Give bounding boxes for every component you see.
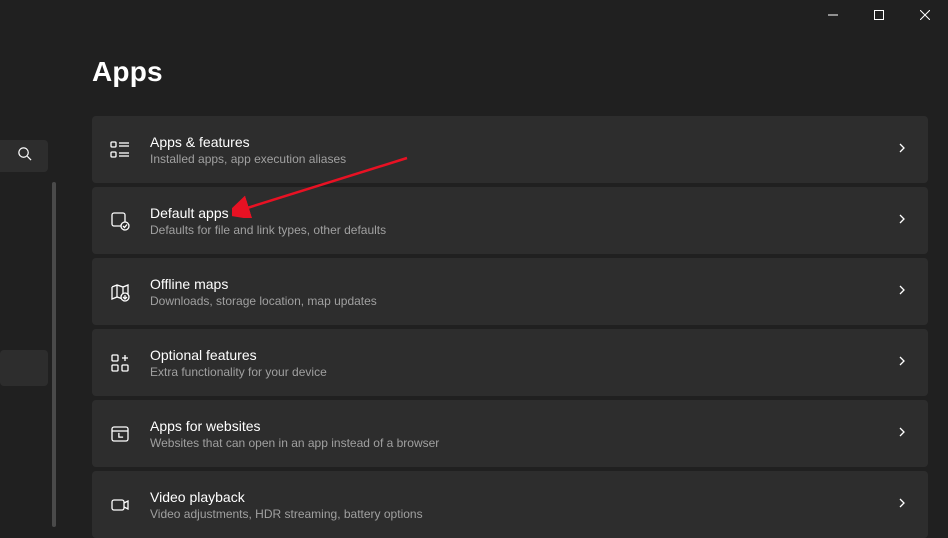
optional-features-icon <box>108 351 132 375</box>
content-area: Apps Apps & features Installed apps, app… <box>92 56 928 538</box>
chevron-right-icon <box>896 496 908 514</box>
item-title: Apps for websites <box>150 418 896 434</box>
chevron-right-icon <box>896 354 908 372</box>
item-desc: Extra functionality for your device <box>150 365 896 379</box>
video-playback-icon <box>108 493 132 517</box>
item-default-apps[interactable]: Default apps Defaults for file and link … <box>92 187 928 254</box>
item-title: Offline maps <box>150 276 896 292</box>
offline-maps-icon <box>108 280 132 304</box>
item-text: Video playback Video adjustments, HDR st… <box>150 489 896 521</box>
settings-items-list: Apps & features Installed apps, app exec… <box>92 116 928 538</box>
item-text: Apps for websites Websites that can open… <box>150 418 896 450</box>
item-optional-features[interactable]: Optional features Extra functionality fo… <box>92 329 928 396</box>
nav-selected-indicator[interactable] <box>0 350 48 386</box>
item-offline-maps[interactable]: Offline maps Downloads, storage location… <box>92 258 928 325</box>
item-title: Default apps <box>150 205 896 221</box>
window-controls <box>810 0 948 30</box>
item-video-playback[interactable]: Video playback Video adjustments, HDR st… <box>92 471 928 538</box>
search-button[interactable] <box>0 140 48 172</box>
item-text: Optional features Extra functionality fo… <box>150 347 896 379</box>
default-apps-icon <box>108 209 132 233</box>
page-title: Apps <box>92 56 928 88</box>
item-text: Default apps Defaults for file and link … <box>150 205 896 237</box>
sidebar <box>0 0 48 527</box>
chevron-right-icon <box>896 425 908 443</box>
item-desc: Video adjustments, HDR streaming, batter… <box>150 507 896 521</box>
chevron-right-icon <box>896 212 908 230</box>
item-desc: Downloads, storage location, map updates <box>150 294 896 308</box>
item-title: Apps & features <box>150 134 896 150</box>
item-desc: Websites that can open in an app instead… <box>150 436 896 450</box>
item-title: Video playback <box>150 489 896 505</box>
maximize-button[interactable] <box>856 0 902 30</box>
item-desc: Installed apps, app execution aliases <box>150 152 896 166</box>
scrollbar[interactable] <box>52 182 56 527</box>
minimize-button[interactable] <box>810 0 856 30</box>
item-apps-websites[interactable]: Apps for websites Websites that can open… <box>92 400 928 467</box>
apps-list-icon <box>108 138 132 162</box>
chevron-right-icon <box>896 141 908 159</box>
chevron-right-icon <box>896 283 908 301</box>
item-text: Offline maps Downloads, storage location… <box>150 276 896 308</box>
search-icon <box>17 146 32 166</box>
item-text: Apps & features Installed apps, app exec… <box>150 134 896 166</box>
close-button[interactable] <box>902 0 948 30</box>
item-apps-features[interactable]: Apps & features Installed apps, app exec… <box>92 116 928 183</box>
item-desc: Defaults for file and link types, other … <box>150 223 896 237</box>
apps-websites-icon <box>108 422 132 446</box>
item-title: Optional features <box>150 347 896 363</box>
